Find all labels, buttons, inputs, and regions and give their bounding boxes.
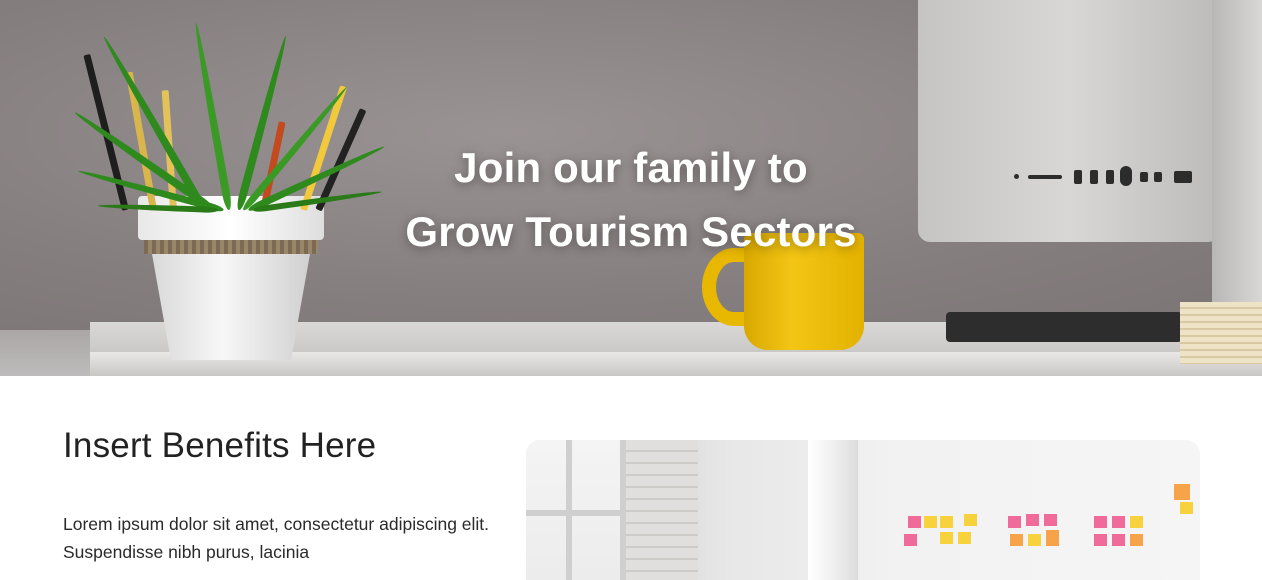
benefits-body: Lorem ipsum dolor sit amet, consectetur … (63, 514, 490, 562)
hero-books (1180, 302, 1262, 364)
hero-desk-device (946, 312, 1182, 342)
photo-brick-wall (626, 440, 698, 580)
benefits-section: Insert Benefits Here Lorem ipsum dolor s… (0, 376, 1262, 580)
photo-pillar (808, 440, 858, 580)
hero-title-line1: Join our family to (454, 144, 808, 192)
hero-title-line2: Grow Tourism Sectors (405, 208, 857, 256)
hero-title: Join our family to Grow Tourism Sectors (0, 136, 1262, 264)
benefits-heading: Insert Benefits Here (63, 426, 377, 465)
benefits-photo (526, 440, 1200, 580)
hero-banner: Join our family to Grow Tourism Sectors (0, 0, 1262, 376)
